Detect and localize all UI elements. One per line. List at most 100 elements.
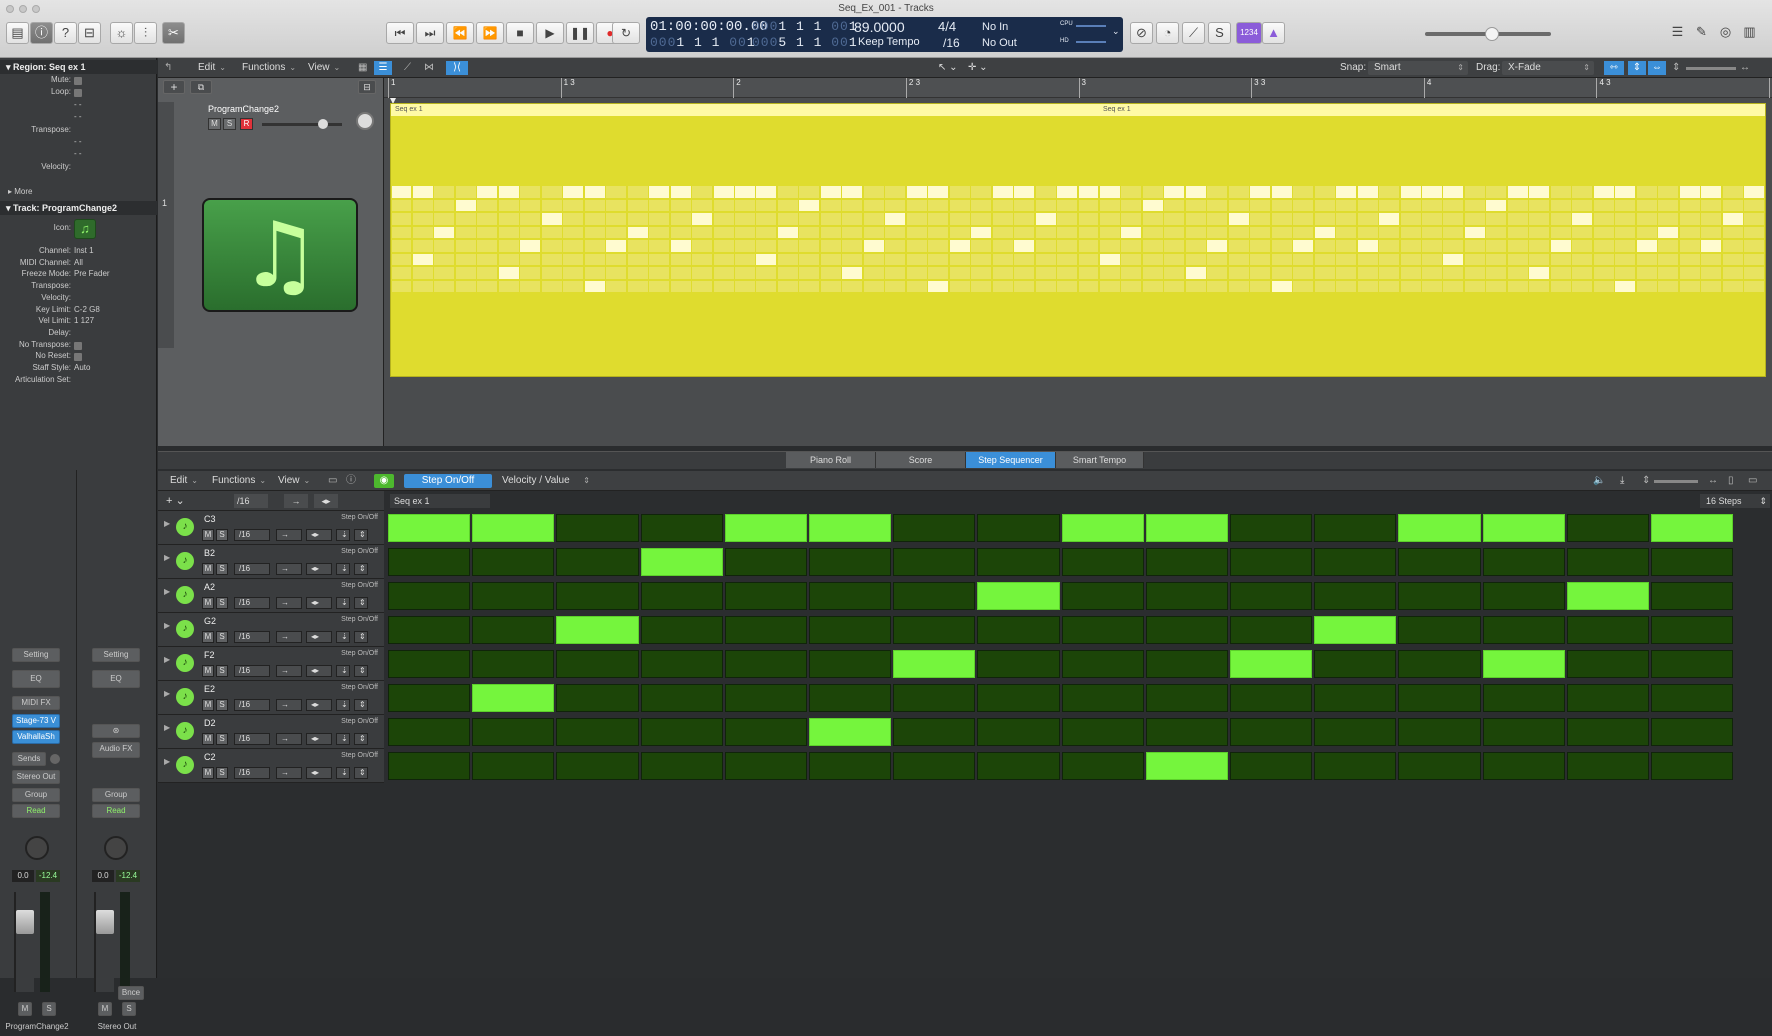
step-pad-off[interactable]: [1145, 548, 1228, 576]
row-direction-icon[interactable]: →: [276, 631, 302, 643]
play-button[interactable]: ▶: [536, 22, 564, 44]
output-fader-cap[interactable]: [96, 910, 114, 934]
catch-icon[interactable]: ⟩⟨: [446, 61, 468, 75]
rewind-button[interactable]: ⏪: [446, 22, 474, 44]
back-icon[interactable]: ↰: [164, 61, 172, 75]
step-pad-off[interactable]: [388, 582, 471, 610]
metronome-button[interactable]: ▲: [1262, 22, 1285, 44]
region-inspector-row[interactable]: - -: [0, 149, 157, 162]
output-strip-setting-button[interactable]: Setting: [92, 648, 140, 662]
step-pad-on[interactable]: [1566, 582, 1649, 610]
row-velocity-icon[interactable]: ⇣: [336, 767, 350, 779]
pattern-browser-icon[interactable]: ▭: [328, 474, 337, 488]
step-pad-off[interactable]: [1651, 650, 1734, 678]
step-pad-on[interactable]: [893, 650, 976, 678]
row-note-name[interactable]: B2: [204, 548, 215, 558]
row-swing-icon[interactable]: ◂▸: [306, 665, 332, 677]
strip-eq-button[interactable]: EQ: [12, 670, 60, 688]
note-row-icon[interactable]: ♪: [176, 722, 194, 740]
step-pad-off[interactable]: [893, 514, 976, 542]
strip-output-button[interactable]: Stereo Out: [12, 770, 60, 784]
step-pad-off[interactable]: [1482, 752, 1565, 780]
step-pad-off[interactable]: [1145, 650, 1228, 678]
strip-group-button[interactable]: Group: [12, 788, 60, 802]
step-pad-off[interactable]: [977, 752, 1060, 780]
row-direction-icon[interactable]: →: [276, 699, 302, 711]
step-pad-on[interactable]: [1230, 650, 1313, 678]
row-velocity-icon[interactable]: ⇣: [336, 665, 350, 677]
step-pad-off[interactable]: [1230, 514, 1313, 542]
step-pad-off[interactable]: [556, 548, 639, 576]
disclosure-triangle-icon[interactable]: ▶: [164, 519, 170, 528]
row-solo-button[interactable]: S: [216, 529, 228, 541]
region-inspector-row[interactable]: Velocity:: [0, 162, 157, 175]
pointer-tool-icon[interactable]: ↖ ⌄: [938, 61, 958, 75]
editor-horizontal-zoom-icon[interactable]: ↔: [1708, 474, 1718, 488]
step-pad-off[interactable]: [724, 718, 807, 746]
step-row-header[interactable]: ▶ ♪ C2 Step On/Off M S/16 → ◂▸ ⇣ ⇕: [158, 749, 384, 783]
speaker-icon[interactable]: 🔈: [1593, 474, 1605, 488]
step-pad-on[interactable]: [1145, 514, 1228, 542]
step-pad-off[interactable]: [640, 684, 723, 712]
tuner-button[interactable]: ◔: [1156, 22, 1179, 44]
row-solo-button[interactable]: S: [216, 733, 228, 745]
track-icon-picker[interactable]: ♫: [74, 219, 96, 239]
step-pad-off[interactable]: [1482, 548, 1565, 576]
row-division-select[interactable]: /16: [234, 529, 270, 541]
row-mute-button[interactable]: M: [202, 563, 214, 575]
step-pad-off[interactable]: [388, 684, 471, 712]
master-volume-knob[interactable]: [1485, 27, 1499, 41]
step-pad-off[interactable]: [1145, 616, 1228, 644]
row-more-icon[interactable]: ⇕: [354, 767, 368, 779]
step-pad-off[interactable]: [977, 684, 1060, 712]
step-pad-off[interactable]: [556, 718, 639, 746]
step-pad-off[interactable]: [1314, 582, 1397, 610]
step-pad-off[interactable]: [724, 548, 807, 576]
row-solo-button[interactable]: S: [216, 631, 228, 643]
strip-setting-button[interactable]: Setting: [12, 648, 60, 662]
step-pad-on[interactable]: [388, 514, 471, 542]
info-icon[interactable]: ⓘ: [346, 474, 356, 488]
checkbox[interactable]: [74, 89, 82, 97]
step-pad-off[interactable]: [1230, 616, 1313, 644]
track-volume-slider[interactable]: [262, 123, 342, 126]
tab-piano-roll[interactable]: Piano Roll: [786, 452, 876, 468]
step-pad-on[interactable]: [724, 514, 807, 542]
step-pad-off[interactable]: [556, 514, 639, 542]
step-pad-off[interactable]: [724, 684, 807, 712]
step-pad-off[interactable]: [556, 582, 639, 610]
add-row-button[interactable]: + ⌄: [166, 494, 185, 507]
row-swing-icon[interactable]: ◂▸: [306, 699, 332, 711]
step-pad-on[interactable]: [809, 718, 892, 746]
row-swing-icon[interactable]: ◂▸: [306, 631, 332, 643]
catch-playhead-icon[interactable]: ⤓: [1620, 474, 1624, 488]
step-pad-off[interactable]: [1314, 684, 1397, 712]
step-pad-off[interactable]: [977, 548, 1060, 576]
editor-functions-menu[interactable]: Functions ⌄: [212, 474, 266, 488]
step-pad-on[interactable]: [1482, 514, 1565, 542]
step-pad-off[interactable]: [1566, 548, 1649, 576]
region-inspector-header[interactable]: ▾ Region: Seq ex 1: [0, 60, 157, 74]
output-strip-automation-button[interactable]: Read: [92, 804, 140, 818]
step-pad-off[interactable]: [809, 650, 892, 678]
more-toggle[interactable]: ▸ More: [0, 187, 157, 200]
output-strip-eq-button[interactable]: EQ: [92, 670, 140, 688]
strip-midi-fx-button[interactable]: MIDI FX: [12, 696, 60, 710]
disclosure-triangle-icon[interactable]: ▶: [164, 757, 170, 766]
play-from-selection-button[interactable]: ⏭: [416, 22, 444, 44]
strip-sends-button[interactable]: Sends: [12, 752, 46, 766]
waveform-zoom-icon[interactable]: ⇿: [1604, 61, 1624, 75]
step-pad-off[interactable]: [1482, 718, 1565, 746]
tab-step-sequencer[interactable]: Step Sequencer: [966, 452, 1056, 468]
strip-instrument-slot[interactable]: Stage-73 V: [12, 714, 60, 728]
step-pad-off[interactable]: [1061, 616, 1144, 644]
step-pad-on[interactable]: [472, 684, 555, 712]
step-pad-off[interactable]: [1651, 684, 1734, 712]
step-pad-off[interactable]: [1651, 752, 1734, 780]
row-more-icon[interactable]: ⇕: [354, 699, 368, 711]
row-note-name[interactable]: E2: [204, 684, 215, 694]
step-row-header[interactable]: ▶ ♪ G2 Step On/Off M S/16 → ◂▸ ⇣ ⇕: [158, 613, 384, 647]
output-strip-audio-fx-button[interactable]: Audio FX: [92, 742, 140, 758]
checkbox[interactable]: [74, 353, 82, 362]
step-pad-off[interactable]: [893, 616, 976, 644]
